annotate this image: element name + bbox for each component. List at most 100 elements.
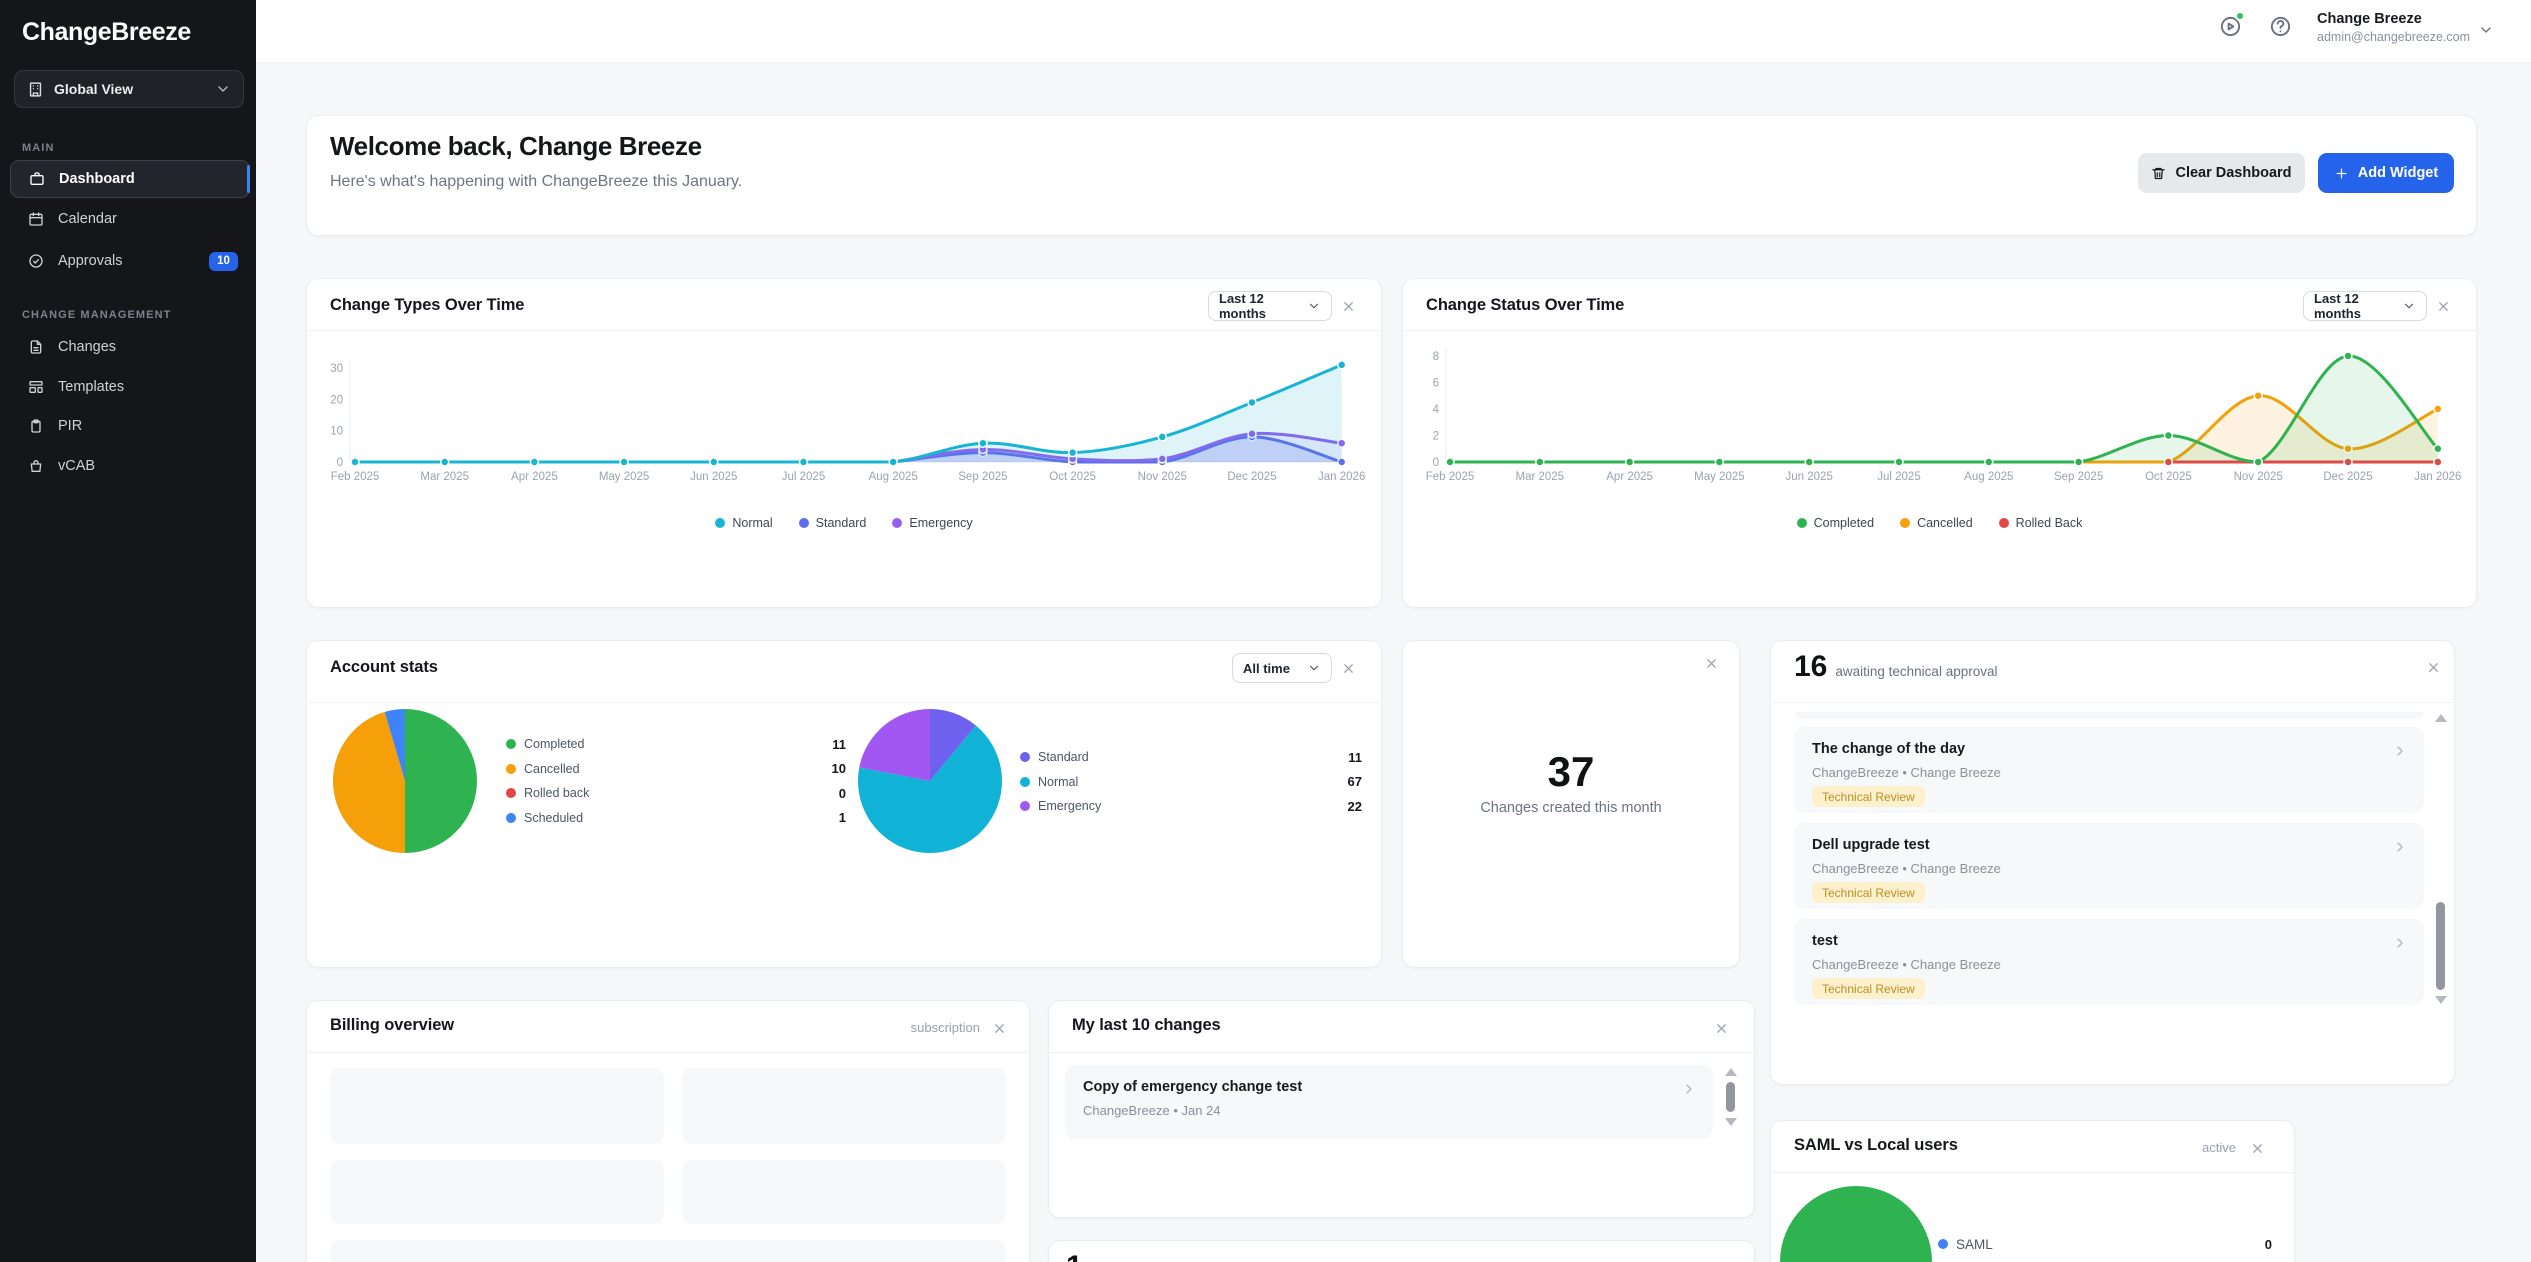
svg-text:20: 20 bbox=[330, 394, 343, 406]
change-item-subtitle: ChangeBreeze • Jan 24 bbox=[1083, 1103, 1221, 1118]
chevron-down-icon bbox=[1307, 299, 1321, 313]
legend-dot bbox=[1020, 752, 1030, 762]
change-status-range-select[interactable]: Last 12 months bbox=[2303, 291, 2427, 321]
sidebar-item-label: Dashboard bbox=[59, 171, 237, 187]
legend-label: Cancelled bbox=[1917, 516, 1973, 530]
add-widget-button[interactable]: Add Widget bbox=[2318, 153, 2454, 193]
sidebar-item-label: Templates bbox=[58, 379, 238, 395]
approval-item[interactable]: Dell upgrade test ChangeBreeze • Change B… bbox=[1794, 823, 2424, 909]
check-circle-icon bbox=[28, 253, 44, 269]
sidebar-item-changes[interactable]: Changes bbox=[10, 328, 250, 366]
stat-legend-row: Rolled back0 bbox=[506, 781, 846, 806]
legend-dot bbox=[1938, 1239, 1948, 1249]
sidebar-item-pir[interactable]: PIR bbox=[10, 407, 250, 445]
stat-legend-row: Completed11 bbox=[506, 732, 846, 757]
close-widget-icon[interactable] bbox=[1337, 657, 1359, 679]
scroll-down-arrow[interactable] bbox=[1725, 1118, 1737, 1126]
svg-text:8: 8 bbox=[1433, 351, 1439, 363]
legend-value: 10 bbox=[832, 761, 846, 776]
approval-item[interactable]: testChangeBreeze • Change BreezeTechnica… bbox=[1794, 919, 2424, 1005]
approval-item-subtitle: ChangeBreeze • Change Breeze bbox=[1812, 765, 2001, 780]
close-widget-icon[interactable] bbox=[1700, 652, 1722, 674]
user-name: Change Breeze bbox=[2317, 11, 2422, 27]
svg-text:6: 6 bbox=[1433, 378, 1439, 390]
org-switcher[interactable]: Global View bbox=[14, 70, 244, 108]
close-widget-icon[interactable] bbox=[988, 1017, 1010, 1039]
user-menu-chevron-icon[interactable] bbox=[2478, 22, 2494, 38]
billing-tile bbox=[682, 1160, 1006, 1224]
bag-icon bbox=[28, 458, 44, 474]
legend-label: Completed bbox=[1814, 516, 1874, 530]
approval-item[interactable]: The change of the dayChangeBreeze • Chan… bbox=[1794, 727, 2424, 813]
scrollbar-thumb[interactable] bbox=[2436, 902, 2445, 990]
scrollbar-thumb[interactable] bbox=[1726, 1082, 1735, 1112]
scroll-up-arrow[interactable] bbox=[1725, 1068, 1737, 1076]
stat-legend-row: Emergency22 bbox=[1020, 794, 1362, 819]
svg-text:Mar 2025: Mar 2025 bbox=[1516, 471, 1565, 483]
approval-item-subtitle: ChangeBreeze • Change Breeze bbox=[1812, 861, 2001, 876]
billing-tag: subscription bbox=[880, 1020, 980, 1035]
scroll-up-arrow[interactable] bbox=[2435, 714, 2447, 722]
change-item[interactable]: Copy of emergency change testChangeBreez… bbox=[1065, 1065, 1713, 1139]
status-badge: Technical Review bbox=[1812, 786, 1925, 807]
svg-text:Aug 2025: Aug 2025 bbox=[869, 471, 918, 483]
chevron-right-icon bbox=[2392, 839, 2408, 855]
last-changes-title: My last 10 changes bbox=[1072, 1016, 1221, 1035]
status-badge: Technical Review bbox=[1812, 978, 1925, 999]
scroll-down-arrow[interactable] bbox=[2435, 996, 2447, 1004]
legend-value: 0 bbox=[839, 786, 846, 801]
change-types-title: Change Types Over Time bbox=[330, 296, 524, 315]
close-widget-icon[interactable] bbox=[2246, 1137, 2268, 1159]
account-status-legend: Completed11Cancelled10Rolled back0Schedu… bbox=[506, 732, 846, 830]
stat-legend-row: Standard11 bbox=[1020, 745, 1362, 770]
change-types-chart: 0102030Feb 2025Mar 2025Apr 2025May 2025J… bbox=[306, 345, 1382, 495]
svg-text:2: 2 bbox=[1433, 431, 1439, 443]
legend-label: SAML bbox=[1956, 1237, 1993, 1252]
svg-text:Dec 2025: Dec 2025 bbox=[1227, 471, 1276, 483]
svg-text:Nov 2025: Nov 2025 bbox=[2234, 471, 2283, 483]
sidebar-item-templates[interactable]: Templates bbox=[10, 368, 250, 406]
close-widget-icon[interactable] bbox=[1337, 295, 1359, 317]
chevron-down-icon bbox=[215, 81, 231, 97]
chevron-right-icon bbox=[2392, 743, 2408, 759]
close-widget-icon[interactable] bbox=[2432, 295, 2454, 317]
billing-tile bbox=[330, 1068, 664, 1144]
legend-item: Normal bbox=[715, 516, 772, 530]
clear-dashboard-button[interactable]: Clear Dashboard bbox=[2138, 153, 2305, 193]
legend-item: Emergency bbox=[892, 516, 972, 530]
svg-text:Feb 2025: Feb 2025 bbox=[1426, 471, 1475, 483]
svg-text:10: 10 bbox=[330, 426, 343, 438]
sidebar-item-label: vCAB bbox=[58, 458, 238, 474]
legend-item: Completed bbox=[1797, 516, 1874, 530]
svg-text:Jan 2026: Jan 2026 bbox=[1318, 471, 1365, 483]
chevron-right-icon bbox=[1681, 1081, 1697, 1097]
close-widget-icon[interactable] bbox=[2422, 656, 2444, 678]
approval-item-title: Dell upgrade test bbox=[1812, 837, 1930, 853]
legend-value: 0 bbox=[2265, 1237, 2272, 1252]
monthly-changes-caption: Changes created this month bbox=[1402, 800, 1740, 816]
sidebar-item-dashboard[interactable]: Dashboard bbox=[10, 160, 250, 198]
divider bbox=[1402, 330, 2477, 331]
sidebar-item-calendar[interactable]: Calendar bbox=[10, 200, 250, 238]
nav-section-label: CHANGE MANAGEMENT bbox=[22, 309, 171, 321]
change-status-legend: CompletedCancelledRolled Back bbox=[1402, 516, 2477, 530]
chevron-down-icon bbox=[2402, 299, 2416, 313]
svg-text:Mar 2025: Mar 2025 bbox=[420, 471, 469, 483]
change-types-range-select[interactable]: Last 12 months bbox=[1208, 291, 1332, 321]
close-widget-icon[interactable] bbox=[1710, 1017, 1732, 1039]
svg-text:Oct 2025: Oct 2025 bbox=[2145, 471, 2192, 483]
sidebar-item-approvals[interactable]: Approvals10 bbox=[10, 242, 250, 280]
account-stats-range-select[interactable]: All time bbox=[1232, 653, 1332, 683]
approvals-caption: awaiting technical approval bbox=[1835, 664, 1997, 679]
sidebar-item-label: PIR bbox=[58, 418, 238, 434]
change-types-legend: NormalStandardEmergency bbox=[306, 516, 1382, 530]
sidebar-item-vcab[interactable]: vCAB bbox=[10, 447, 250, 485]
notification-dot bbox=[2235, 11, 2245, 21]
help-icon[interactable] bbox=[2269, 15, 2292, 38]
svg-text:Jan 2026: Jan 2026 bbox=[2414, 471, 2461, 483]
legend-dot bbox=[1020, 777, 1030, 787]
svg-text:Jul 2025: Jul 2025 bbox=[1877, 471, 1920, 483]
nav-section-label: MAIN bbox=[22, 142, 55, 154]
approvals-count: 16 bbox=[1794, 650, 1827, 684]
range-value: All time bbox=[1243, 661, 1299, 676]
